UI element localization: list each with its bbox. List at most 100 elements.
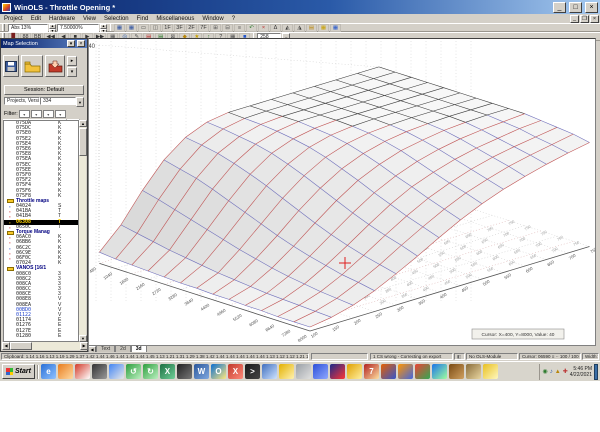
taskbar-app-icon[interactable]: O [210,364,226,379]
map-yellow-icon[interactable]: ▦ [318,23,329,32]
scroll-right-button[interactable]: ▶ [80,342,88,350]
taskbar-app-icon[interactable] [91,364,107,379]
filter-combo-3[interactable]: ▾ [42,109,54,118]
taskbar-app-icon[interactable] [329,364,345,379]
taskbar-app-icon[interactable]: 7 [363,364,379,379]
grid-minus-icon[interactable]: ⊟ [222,23,233,32]
view-3d-icon[interactable]: ▦ [126,23,137,32]
undo-icon[interactable]: ↶ [246,23,257,32]
mode-2f-icon[interactable]: 2F [186,23,197,32]
delta-icon[interactable]: Δ [270,23,281,32]
taskbar-app-icon[interactable] [74,364,90,379]
split-view-icon[interactable]: ◫ [150,23,161,32]
svg-text:550: 550 [503,272,512,280]
taskbar-app-icon[interactable]: W [193,364,209,379]
factor-combo[interactable]: 7.50000% [57,23,99,32]
scroll-down-button[interactable]: ▼ [79,335,87,342]
scope-combo[interactable]: Projects, Versions & Maps [4,97,40,105]
menu-window[interactable]: Window [198,16,227,22]
map-list[interactable]: 075DA K 075DC K 075E0 K 075E2 K 075E4 K 075E6 K 075E… [3,120,80,342]
step-spinner[interactable]: ▲ ▼ [49,23,56,34]
mode-3f-icon[interactable]: 3F [174,23,185,32]
maximize-button[interactable]: □ [569,1,582,13]
open-project-button[interactable] [21,55,43,77]
list-hscrollbar[interactable]: ◀ ▶ [2,342,88,350]
taskbar-app-icon[interactable] [57,364,73,379]
map-row[interactable]: 01280 E [4,333,79,339]
rows-icon[interactable]: ▤ [306,23,317,32]
filter-combo-2[interactable]: ▾ [30,109,42,118]
list-vscrollbar[interactable]: ▲ ▼ [78,120,87,342]
toolbar-grip[interactable] [2,24,5,31]
menu-[interactable]: ? [228,16,239,22]
scope-dropdown-arrow[interactable]: ▼ [76,97,84,107]
taskbar-app-icon[interactable] [380,364,396,379]
menu-hardware[interactable]: Hardware [45,16,79,22]
minimize-button[interactable]: _ [553,1,566,13]
map-blue-icon[interactable]: ▦ [330,23,341,32]
taskbar-app-icon[interactable] [108,364,124,379]
menu-miscellaneous[interactable]: Miscellaneous [152,16,198,22]
taskbar-app-icon[interactable] [295,364,311,379]
taskbar-app-icon[interactable] [278,364,294,379]
surface-plot[interactable]: 1403003504004505005506006507007503003504… [89,39,595,345]
grid-plus-icon[interactable]: ⊞ [210,23,221,32]
view-text-icon[interactable]: ▭ [138,23,149,32]
view-2d-icon[interactable]: ▦ [114,23,125,32]
compare-b-icon[interactable]: ◮ [294,23,305,32]
scroll-up-button[interactable]: ▲ [79,120,87,127]
tray-icon[interactable]: ♪ [550,369,553,375]
show-desktop-button[interactable] [594,363,598,380]
taskbar-app-icon[interactable] [431,364,447,379]
filter-combo-4[interactable]: ▾ [54,109,66,118]
svg-text:100: 100 [310,330,319,338]
import-file-button[interactable] [45,55,65,77]
map-selection-titlebar[interactable]: Map Selection ▾ × [1,39,87,48]
taskbar-app-icon[interactable] [448,364,464,379]
menu-view[interactable]: View [79,16,100,22]
more-button[interactable]: ▾ [67,66,77,77]
factor-spinner[interactable]: ▲ ▼ [100,23,107,34]
compare-a-icon[interactable]: ◭ [282,23,293,32]
menu-selection[interactable]: Selection [100,16,133,22]
close-button[interactable]: × [585,1,598,13]
taskbar-app-icon[interactable]: ↺ [125,364,141,379]
panel-pin-button[interactable]: ▾ [67,40,75,47]
menu-edit[interactable]: Edit [27,16,45,22]
save-button[interactable] [3,55,19,77]
taskbar-app-icon[interactable]: e [40,364,56,379]
mdi-minimize-button[interactable]: _ [570,14,579,23]
start-button[interactable]: Start [2,364,35,379]
scroll-left-button[interactable]: ◀ [2,342,10,350]
mdi-close-button[interactable]: × [590,14,599,23]
step-mode-combo[interactable]: Abs 13% [8,23,48,32]
taskbar-app-icon[interactable] [312,364,328,379]
delete-icon[interactable]: × [258,23,269,32]
mode-1f-icon[interactable]: 1F [162,23,173,32]
taskbar-app-icon[interactable] [397,364,413,379]
scroll-thumb[interactable] [79,128,87,156]
taskbar-app-icon[interactable]: > [244,364,260,379]
session-button[interactable]: Session: Default [4,85,84,95]
taskbar-app-icon[interactable] [482,364,498,379]
tray-icon[interactable]: ◉ [543,369,548,375]
list-icon[interactable]: ≡ [234,23,245,32]
taskbar-app-icon[interactable] [346,364,362,379]
filter-combo-1[interactable]: ▾ [18,109,30,118]
panel-close-button[interactable]: × [77,40,85,47]
tray-icon[interactable]: ✚ [563,369,568,375]
export-button[interactable]: ▸ [67,55,77,66]
mdi-restore-button[interactable]: ❐ [580,14,589,23]
hscroll-thumb[interactable] [10,342,32,350]
taskbar-app-icon[interactable] [465,364,481,379]
taskbar-app-icon[interactable]: X [227,364,243,379]
taskbar-app-icon[interactable]: ↻ [142,364,158,379]
menu-find[interactable]: Find [133,16,153,22]
taskbar-app-icon[interactable] [261,364,277,379]
taskbar-app-icon[interactable] [176,364,192,379]
tray-icon[interactable]: ▲ [555,369,561,375]
menu-project[interactable]: Project [0,16,27,22]
taskbar-app-icon[interactable]: X [159,364,175,379]
mode-7f-icon[interactable]: 7F [198,23,209,32]
taskbar-app-icon[interactable] [414,364,430,379]
